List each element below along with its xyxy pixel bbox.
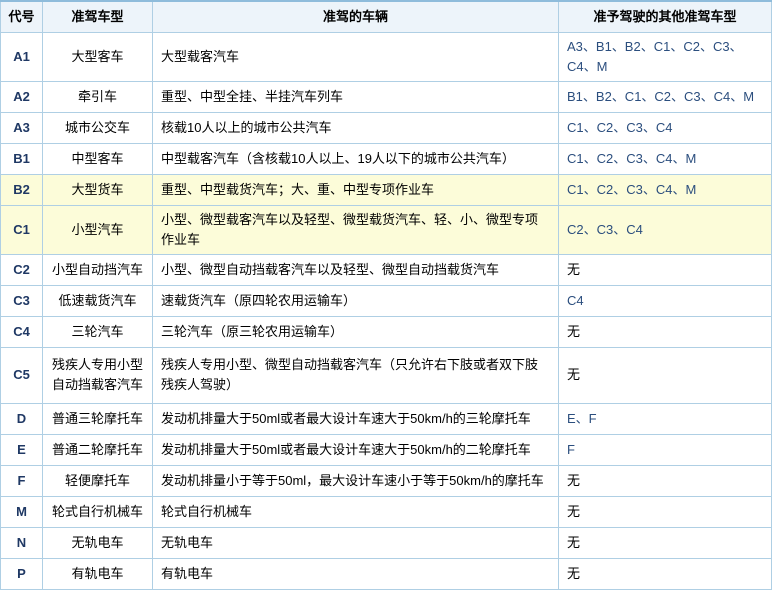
cell-code: D bbox=[1, 403, 43, 434]
cell-code: N bbox=[1, 527, 43, 558]
cell-code: C4 bbox=[1, 316, 43, 347]
cell-type: 中型客车 bbox=[43, 143, 153, 174]
cell-vehicles: 中型载客汽车（含核载10人以上、19人以下的城市公共汽车） bbox=[153, 143, 559, 174]
cell-vehicles: 残疾人专用小型、微型自动挡载客汽车（只允许右下肢或者双下肢残疾人驾驶） bbox=[153, 347, 559, 403]
cell-type: 大型货车 bbox=[43, 174, 153, 205]
cell-others: A3、B1、B2、C1、C2、C3、C4、M bbox=[559, 32, 772, 81]
cell-vehicles: 重型、中型载货汽车；大、重、中型专项作业车 bbox=[153, 174, 559, 205]
cell-vehicles: 核载10人以上的城市公共汽车 bbox=[153, 112, 559, 143]
table-row: A2 牵引车 重型、中型全挂、半挂汽车列车 B1、B2、C1、C2、C3、C4、… bbox=[1, 81, 772, 112]
cell-type: 轻便摩托车 bbox=[43, 465, 153, 496]
table-row: B2 大型货车 重型、中型载货汽车；大、重、中型专项作业车 C1、C2、C3、C… bbox=[1, 174, 772, 205]
cell-vehicles: 发动机排量小于等于50ml，最大设计车速小于等于50km/h的摩托车 bbox=[153, 465, 559, 496]
cell-code: P bbox=[1, 558, 43, 589]
cell-type: 普通三轮摩托车 bbox=[43, 403, 153, 434]
cell-others: C1、C2、C3、C4、M bbox=[559, 143, 772, 174]
table-row: E 普通二轮摩托车 发动机排量大于50ml或者最大设计车速大于50km/h的二轮… bbox=[1, 434, 772, 465]
table-row: M 轮式自行机械车 轮式自行机械车 无 bbox=[1, 496, 772, 527]
table-body: A1 大型客车 大型载客汽车 A3、B1、B2、C1、C2、C3、C4、M A2… bbox=[1, 32, 772, 589]
cell-code: A1 bbox=[1, 32, 43, 81]
cell-others: F bbox=[559, 434, 772, 465]
table-row: C3 低速载货汽车 速载货汽车（原四轮农用运输车） C4 bbox=[1, 285, 772, 316]
cell-code: C1 bbox=[1, 205, 43, 254]
cell-type: 普通二轮摩托车 bbox=[43, 434, 153, 465]
cell-others: E、F bbox=[559, 403, 772, 434]
cell-vehicles: 大型载客汽车 bbox=[153, 32, 559, 81]
cell-others: C1、C2、C3、C4 bbox=[559, 112, 772, 143]
col-header-others: 准予驾驶的其他准驾车型 bbox=[559, 1, 772, 32]
cell-others: 无 bbox=[559, 465, 772, 496]
cell-code: M bbox=[1, 496, 43, 527]
cell-vehicles: 小型、微型载客汽车以及轻型、微型载货汽车、轻、小、微型专项作业车 bbox=[153, 205, 559, 254]
cell-others: 无 bbox=[559, 527, 772, 558]
cell-vehicles: 小型、微型自动挡载客汽车以及轻型、微型自动挡载货汽车 bbox=[153, 254, 559, 285]
cell-type: 小型汽车 bbox=[43, 205, 153, 254]
table-header: 代号 准驾车型 准驾的车辆 准予驾驶的其他准驾车型 bbox=[1, 1, 772, 32]
table-row: F 轻便摩托车 发动机排量小于等于50ml，最大设计车速小于等于50km/h的摩… bbox=[1, 465, 772, 496]
cell-others: C4 bbox=[559, 285, 772, 316]
cell-vehicles: 重型、中型全挂、半挂汽车列车 bbox=[153, 81, 559, 112]
license-table: 代号 准驾车型 准驾的车辆 准予驾驶的其他准驾车型 A1 大型客车 大型载客汽车… bbox=[0, 0, 772, 590]
cell-type: 牵引车 bbox=[43, 81, 153, 112]
col-header-code: 代号 bbox=[1, 1, 43, 32]
col-header-type: 准驾车型 bbox=[43, 1, 153, 32]
header-row: 代号 准驾车型 准驾的车辆 准予驾驶的其他准驾车型 bbox=[1, 1, 772, 32]
cell-others: 无 bbox=[559, 558, 772, 589]
cell-code: A2 bbox=[1, 81, 43, 112]
cell-type: 三轮汽车 bbox=[43, 316, 153, 347]
cell-others: B1、B2、C1、C2、C3、C4、M bbox=[559, 81, 772, 112]
cell-code: C5 bbox=[1, 347, 43, 403]
cell-code: B2 bbox=[1, 174, 43, 205]
cell-others: 无 bbox=[559, 496, 772, 527]
cell-others: 无 bbox=[559, 316, 772, 347]
cell-code: C2 bbox=[1, 254, 43, 285]
cell-code: A3 bbox=[1, 112, 43, 143]
cell-vehicles: 轮式自行机械车 bbox=[153, 496, 559, 527]
cell-type: 大型客车 bbox=[43, 32, 153, 81]
table-row: C4 三轮汽车 三轮汽车（原三轮农用运输车） 无 bbox=[1, 316, 772, 347]
cell-vehicles: 三轮汽车（原三轮农用运输车） bbox=[153, 316, 559, 347]
cell-type: 轮式自行机械车 bbox=[43, 496, 153, 527]
cell-others: 无 bbox=[559, 347, 772, 403]
table-row: P 有轨电车 有轨电车 无 bbox=[1, 558, 772, 589]
table-row: B1 中型客车 中型载客汽车（含核载10人以上、19人以下的城市公共汽车） C1… bbox=[1, 143, 772, 174]
table-row: N 无轨电车 无轨电车 无 bbox=[1, 527, 772, 558]
cell-type: 城市公交车 bbox=[43, 112, 153, 143]
cell-vehicles: 速载货汽车（原四轮农用运输车） bbox=[153, 285, 559, 316]
cell-vehicles: 发动机排量大于50ml或者最大设计车速大于50km/h的二轮摩托车 bbox=[153, 434, 559, 465]
cell-vehicles: 有轨电车 bbox=[153, 558, 559, 589]
cell-code: E bbox=[1, 434, 43, 465]
table-row: D 普通三轮摩托车 发动机排量大于50ml或者最大设计车速大于50km/h的三轮… bbox=[1, 403, 772, 434]
cell-others: C1、C2、C3、C4、M bbox=[559, 174, 772, 205]
cell-others: 无 bbox=[559, 254, 772, 285]
table-row: C5 残疾人专用小型自动挡载客汽车 残疾人专用小型、微型自动挡载客汽车（只允许右… bbox=[1, 347, 772, 403]
cell-others: C2、C3、C4 bbox=[559, 205, 772, 254]
cell-code: B1 bbox=[1, 143, 43, 174]
cell-type: 小型自动挡汽车 bbox=[43, 254, 153, 285]
table-row: A3 城市公交车 核载10人以上的城市公共汽车 C1、C2、C3、C4 bbox=[1, 112, 772, 143]
cell-vehicles: 无轨电车 bbox=[153, 527, 559, 558]
table-row: A1 大型客车 大型载客汽车 A3、B1、B2、C1、C2、C3、C4、M bbox=[1, 32, 772, 81]
cell-type: 残疾人专用小型自动挡载客汽车 bbox=[43, 347, 153, 403]
table-row: C2 小型自动挡汽车 小型、微型自动挡载客汽车以及轻型、微型自动挡载货汽车 无 bbox=[1, 254, 772, 285]
cell-type: 有轨电车 bbox=[43, 558, 153, 589]
cell-code: F bbox=[1, 465, 43, 496]
table-row: C1 小型汽车 小型、微型载客汽车以及轻型、微型载货汽车、轻、小、微型专项作业车… bbox=[1, 205, 772, 254]
col-header-vehicles: 准驾的车辆 bbox=[153, 1, 559, 32]
cell-type: 低速载货汽车 bbox=[43, 285, 153, 316]
cell-code: C3 bbox=[1, 285, 43, 316]
cell-vehicles: 发动机排量大于50ml或者最大设计车速大于50km/h的三轮摩托车 bbox=[153, 403, 559, 434]
cell-type: 无轨电车 bbox=[43, 527, 153, 558]
